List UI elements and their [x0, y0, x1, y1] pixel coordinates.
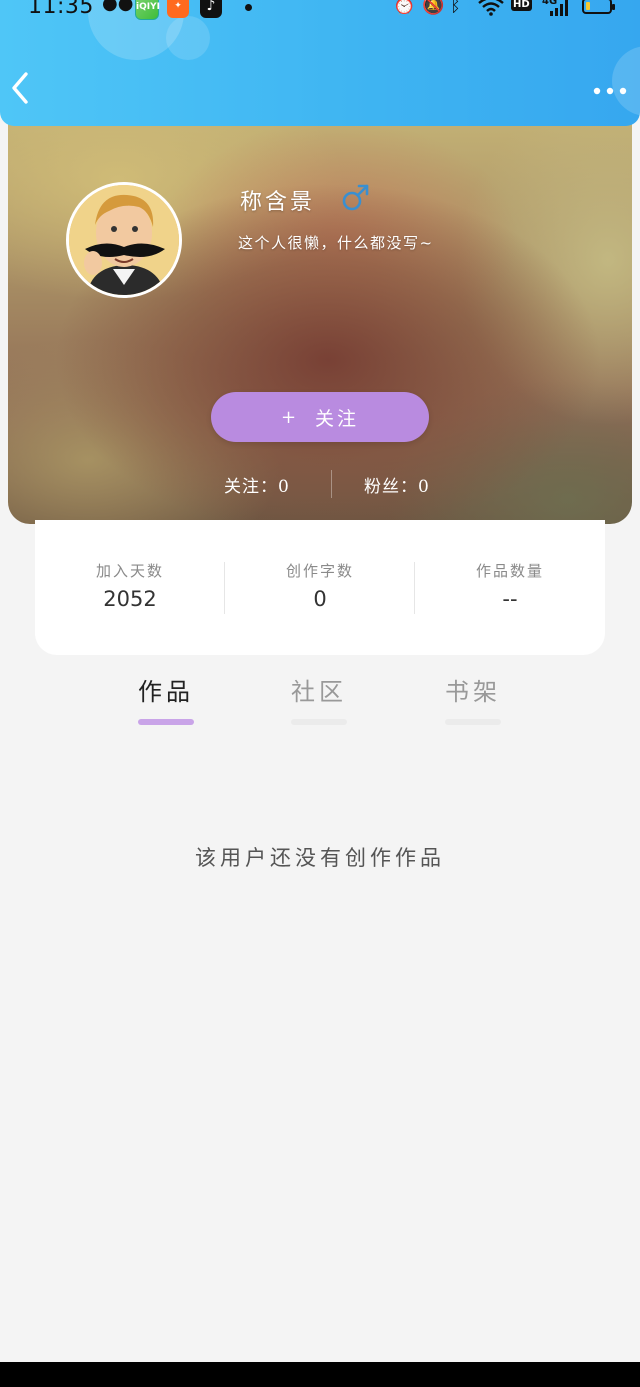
stat-value: 2052: [103, 587, 157, 611]
following-count[interactable]: 关注：0: [224, 472, 290, 497]
male-symbol-icon: [340, 183, 370, 213]
wechat-icon: ●●: [102, 0, 134, 14]
bluetooth-icon: ᛒ: [450, 0, 461, 16]
alarm-icon: ⏰: [393, 0, 416, 16]
stats-divider: [331, 470, 332, 498]
battery-level: [586, 2, 590, 10]
user-bio: 这个人很懒，什么都没写~: [238, 234, 434, 252]
decorative-bubble: [166, 16, 210, 60]
stat-label: 作品数量: [475, 562, 544, 580]
mute-bell-icon: 🔕: [422, 0, 445, 16]
follow-stats: 关注：0 粉丝：0: [8, 470, 632, 500]
bottom-system-bar: [0, 1362, 640, 1387]
tab-community[interactable]: 社区: [259, 672, 379, 725]
tab-label: 社区: [291, 678, 347, 706]
status-bar: 11:35 ●● iQIYI ✦ ♪ ⏰ 🔕 ᛒ HD 4G: [0, 0, 640, 22]
iqiyi-icon: iQIYI: [135, 0, 160, 20]
tiktok-icon: ♪: [200, 0, 222, 18]
stat-value: --: [502, 587, 518, 611]
stat-works-count: 作品数量 --: [415, 560, 605, 611]
empty-state-message: 该用户还没有创作作品: [195, 846, 445, 870]
follow-button[interactable]: + 关注: [211, 392, 429, 442]
profile-tabs: 作品 社区 书架: [0, 672, 640, 732]
hd-badge: HD: [511, 0, 532, 11]
tab-label: 作品: [138, 678, 194, 706]
profile-banner: 称含景 这个人很懒，什么都没写~ + 关注 关注：0 粉丝：0: [8, 100, 632, 524]
signal-icon: [550, 0, 570, 16]
tab-bookshelf[interactable]: 书架: [413, 672, 533, 725]
tab-indicator: [291, 719, 347, 725]
stat-join-days: 加入天数 2052: [35, 560, 225, 611]
top-header: 11:35 ●● iQIYI ✦ ♪ ⏰ 🔕 ᛒ HD 4G: [0, 0, 640, 126]
stats-card: 加入天数 2052 创作字数 0 作品数量 --: [35, 520, 605, 655]
follow-button-label: 关注: [315, 407, 360, 430]
battery-icon: [582, 0, 615, 14]
tab-indicator: [138, 719, 194, 725]
fans-count[interactable]: 粉丝：0: [364, 472, 430, 497]
back-icon[interactable]: [8, 70, 34, 106]
plus-icon: +: [280, 406, 300, 428]
user-name: 称含景: [240, 190, 316, 215]
app-icon: ✦: [167, 0, 189, 18]
more-options-icon[interactable]: [592, 82, 628, 98]
notification-dot-icon: [245, 4, 252, 11]
stat-label: 创作字数: [285, 562, 354, 580]
tab-works[interactable]: 作品: [106, 672, 226, 725]
status-time: 11:35: [28, 0, 94, 19]
stat-value: 0: [313, 587, 327, 611]
avatar[interactable]: [66, 182, 182, 298]
tab-indicator: [445, 719, 501, 725]
wifi-icon: [478, 0, 504, 21]
stat-label: 加入天数: [95, 562, 164, 580]
stat-word-count: 创作字数 0: [225, 560, 415, 611]
tab-label: 书架: [445, 678, 501, 706]
decorative-bubble: [612, 46, 640, 116]
